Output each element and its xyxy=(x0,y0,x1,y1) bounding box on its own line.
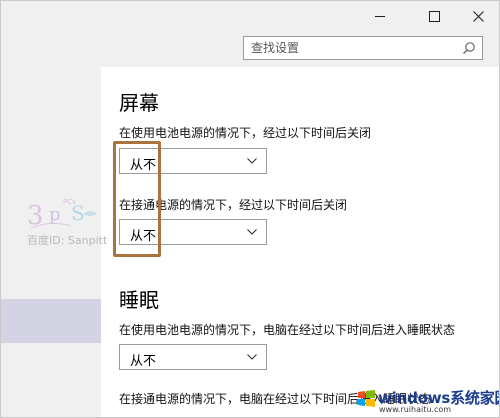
watermark-logo-icon: 3 p S PCs xyxy=(27,198,97,231)
title-bar xyxy=(1,1,499,31)
watermark-text: 百度ID: Sanpitt xyxy=(27,234,108,247)
dropdown-value: 从不 xyxy=(130,354,157,369)
highlight-annotation xyxy=(113,141,161,257)
svg-text:p: p xyxy=(49,204,61,225)
windows-logo-icon xyxy=(358,390,375,407)
chevron-down-icon xyxy=(247,229,257,235)
svg-text:PCs: PCs xyxy=(63,198,76,206)
site-logo: windows系统家园 www.ruihaitu.com xyxy=(357,387,499,417)
maximize-icon xyxy=(428,10,440,22)
search-input[interactable] xyxy=(251,37,451,59)
search-icon[interactable] xyxy=(462,41,476,55)
sleep-battery-dropdown[interactable]: 从不 xyxy=(119,344,267,370)
close-button[interactable] xyxy=(455,1,499,31)
sleep-battery-label: 在使用电池电源的情况下，电脑在经过以下时间后进入睡眠状态 xyxy=(119,323,456,337)
settings-window: 屏幕 在使用电池电源的情况下，经过以下时间后关闭 从不 在接通电源的情况下，经过… xyxy=(0,0,500,418)
minimize-button[interactable] xyxy=(357,1,403,31)
maximize-button[interactable] xyxy=(411,1,457,31)
screen-battery-label: 在使用电池电源的情况下，经过以下时间后关闭 xyxy=(119,126,372,140)
close-icon xyxy=(472,10,484,22)
logo-url: www.ruihaitu.com xyxy=(379,405,452,414)
minimize-icon xyxy=(375,15,385,17)
sidebar-item-power-sleep[interactable] xyxy=(1,299,101,343)
search-box[interactable] xyxy=(243,36,483,60)
chevron-down-icon xyxy=(247,158,257,164)
screen-section-title: 屏幕 xyxy=(119,91,159,115)
chevron-down-icon xyxy=(247,354,257,360)
sleep-section-title: 睡眠 xyxy=(119,288,159,312)
